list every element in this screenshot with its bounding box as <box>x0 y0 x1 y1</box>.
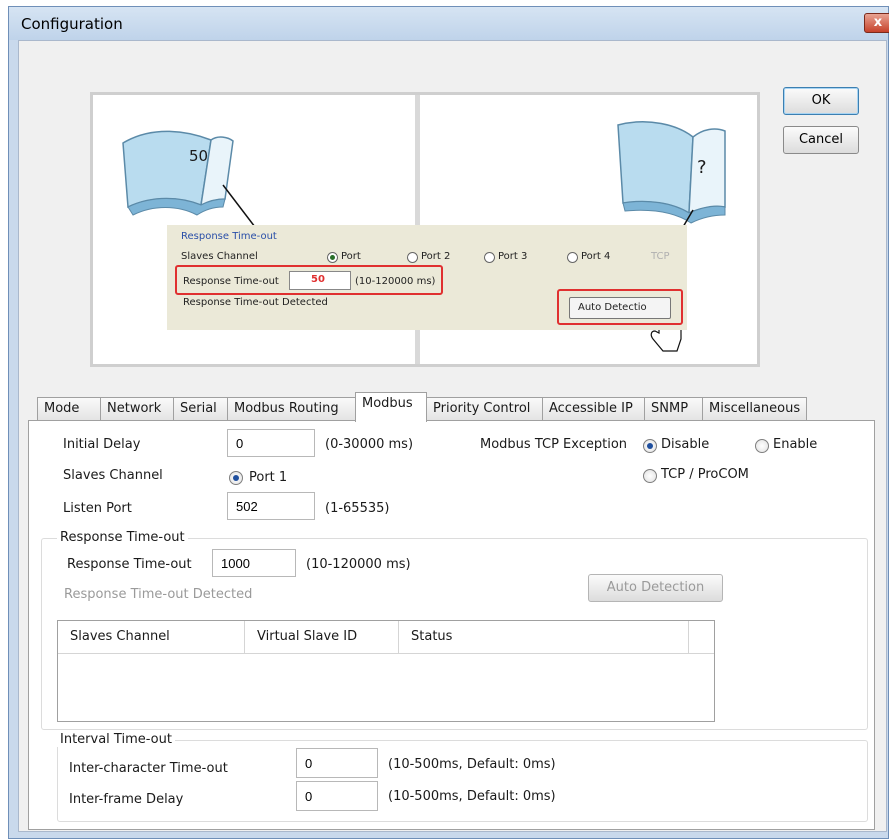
listen-port-label: Listen Port <box>63 501 132 516</box>
tab-network[interactable]: Network <box>100 397 174 421</box>
inter-frame-input[interactable] <box>296 781 378 811</box>
port1-label: Port 1 <box>249 470 288 485</box>
auto-detection-button[interactable]: Auto Detection <box>588 574 723 602</box>
response-timeout-range: (10-120000 ms) <box>306 557 411 572</box>
mini-tcp: TCP <box>651 251 670 262</box>
exception-tcp-procom-label: TCP / ProCOM <box>661 467 749 482</box>
response-timeout-input[interactable] <box>212 549 296 577</box>
exception-disable-label: Disable <box>661 437 710 452</box>
exception-enable-label: Enable <box>773 437 818 452</box>
mini-radio-port1 <box>327 252 338 263</box>
mini-port-1: Port <box>341 251 361 262</box>
tab-snmp[interactable]: SNMP <box>644 397 703 421</box>
help-illustration: 50 ? Response Time-out Slaves Channel Po… <box>90 92 760 367</box>
ok-button[interactable]: OK <box>783 87 859 115</box>
tab-mode[interactable]: Mode <box>37 397 101 421</box>
mini-auto-label: Auto Detectio <box>578 302 647 313</box>
response-timeout-group-title: Response Time-out <box>57 530 188 545</box>
mini-group-title: Response Time-out <box>181 231 277 242</box>
mini-radio-port2 <box>407 252 418 263</box>
column-status[interactable]: Status <box>399 621 689 653</box>
cancel-button[interactable]: Cancel <box>783 126 859 154</box>
title-bar: Configuration x <box>9 7 889 40</box>
response-timeout-label: Response Time-out <box>67 557 192 572</box>
initial-delay-label: Initial Delay <box>63 437 141 452</box>
initial-delay-range: (0-30000 ms) <box>325 437 414 452</box>
book-left-text: 50 <box>189 147 209 165</box>
interval-timeout-group <box>57 740 868 822</box>
interval-timeout-group-title: Interval Time-out <box>57 732 175 747</box>
tab-modbus-routing[interactable]: Modbus Routing <box>227 397 356 421</box>
initial-delay-input[interactable] <box>227 429 315 457</box>
inter-frame-range: (10-500ms, Default: 0ms) <box>388 789 556 804</box>
tab-miscellaneous[interactable]: Miscellaneous <box>702 397 807 421</box>
window-title: Configuration <box>21 15 123 33</box>
tab-accessible-ip[interactable]: Accessible IP <box>542 397 645 421</box>
slaves-grid-header: Slaves Channel Virtual Slave ID Status <box>58 621 714 654</box>
inter-character-label: Inter-character Time-out <box>69 761 228 776</box>
close-button[interactable]: x <box>864 13 889 33</box>
column-virtual-slave-id[interactable]: Virtual Slave ID <box>245 621 399 653</box>
configuration-window: Configuration x OK Cancel 50 ? Response … <box>8 6 889 839</box>
mini-port-2: Port 2 <box>421 251 451 262</box>
slaves-channel-label: Slaves Channel <box>63 468 163 483</box>
mini-radio-port3 <box>484 252 495 263</box>
mini-port-4: Port 4 <box>581 251 611 262</box>
inter-frame-label: Inter-frame Delay <box>69 792 184 807</box>
tab-priority-control[interactable]: Priority Control <box>426 397 543 421</box>
response-timeout-detected-label: Response Time-out Detected <box>64 587 253 602</box>
tcp-exception-label: Modbus TCP Exception <box>480 437 628 452</box>
exception-disable-radio[interactable] <box>643 439 657 453</box>
book-right-icon <box>617 121 726 224</box>
exception-enable-radio[interactable] <box>755 439 769 453</box>
mini-port-3: Port 3 <box>498 251 528 262</box>
dialog-client-area: OK Cancel 50 ? Response Time-out Slaves … <box>18 40 887 832</box>
tab-serial[interactable]: Serial <box>173 397 228 421</box>
mini-radio-port4 <box>567 252 578 263</box>
inter-character-input[interactable] <box>296 748 378 778</box>
column-slaves-channel[interactable]: Slaves Channel <box>58 621 245 653</box>
mini-timeout-value: 50 <box>311 274 325 285</box>
mini-slaves-channel: Slaves Channel <box>181 251 258 262</box>
mini-timeout-range: (10-120000 ms) <box>355 276 436 287</box>
illustration-panel: Response Time-out Slaves Channel Port Po… <box>167 225 687 330</box>
tab-modbus[interactable]: Modbus <box>355 392 427 422</box>
listen-port-range: (1-65535) <box>325 501 390 516</box>
mini-detected-label: Response Time-out Detected <box>183 297 328 308</box>
mini-auto-button: Auto Detectio <box>569 297 671 319</box>
exception-tcp-procom-radio[interactable] <box>643 469 657 483</box>
listen-port-input[interactable] <box>227 492 315 520</box>
inter-character-range: (10-500ms, Default: 0ms) <box>388 757 556 772</box>
book-left-icon <box>122 130 234 216</box>
mini-timeout-label: Response Time-out <box>183 276 279 287</box>
port1-radio[interactable] <box>229 471 243 485</box>
slaves-grid: Slaves Channel Virtual Slave ID Status <box>57 620 715 722</box>
book-right-text: ? <box>697 157 707 178</box>
